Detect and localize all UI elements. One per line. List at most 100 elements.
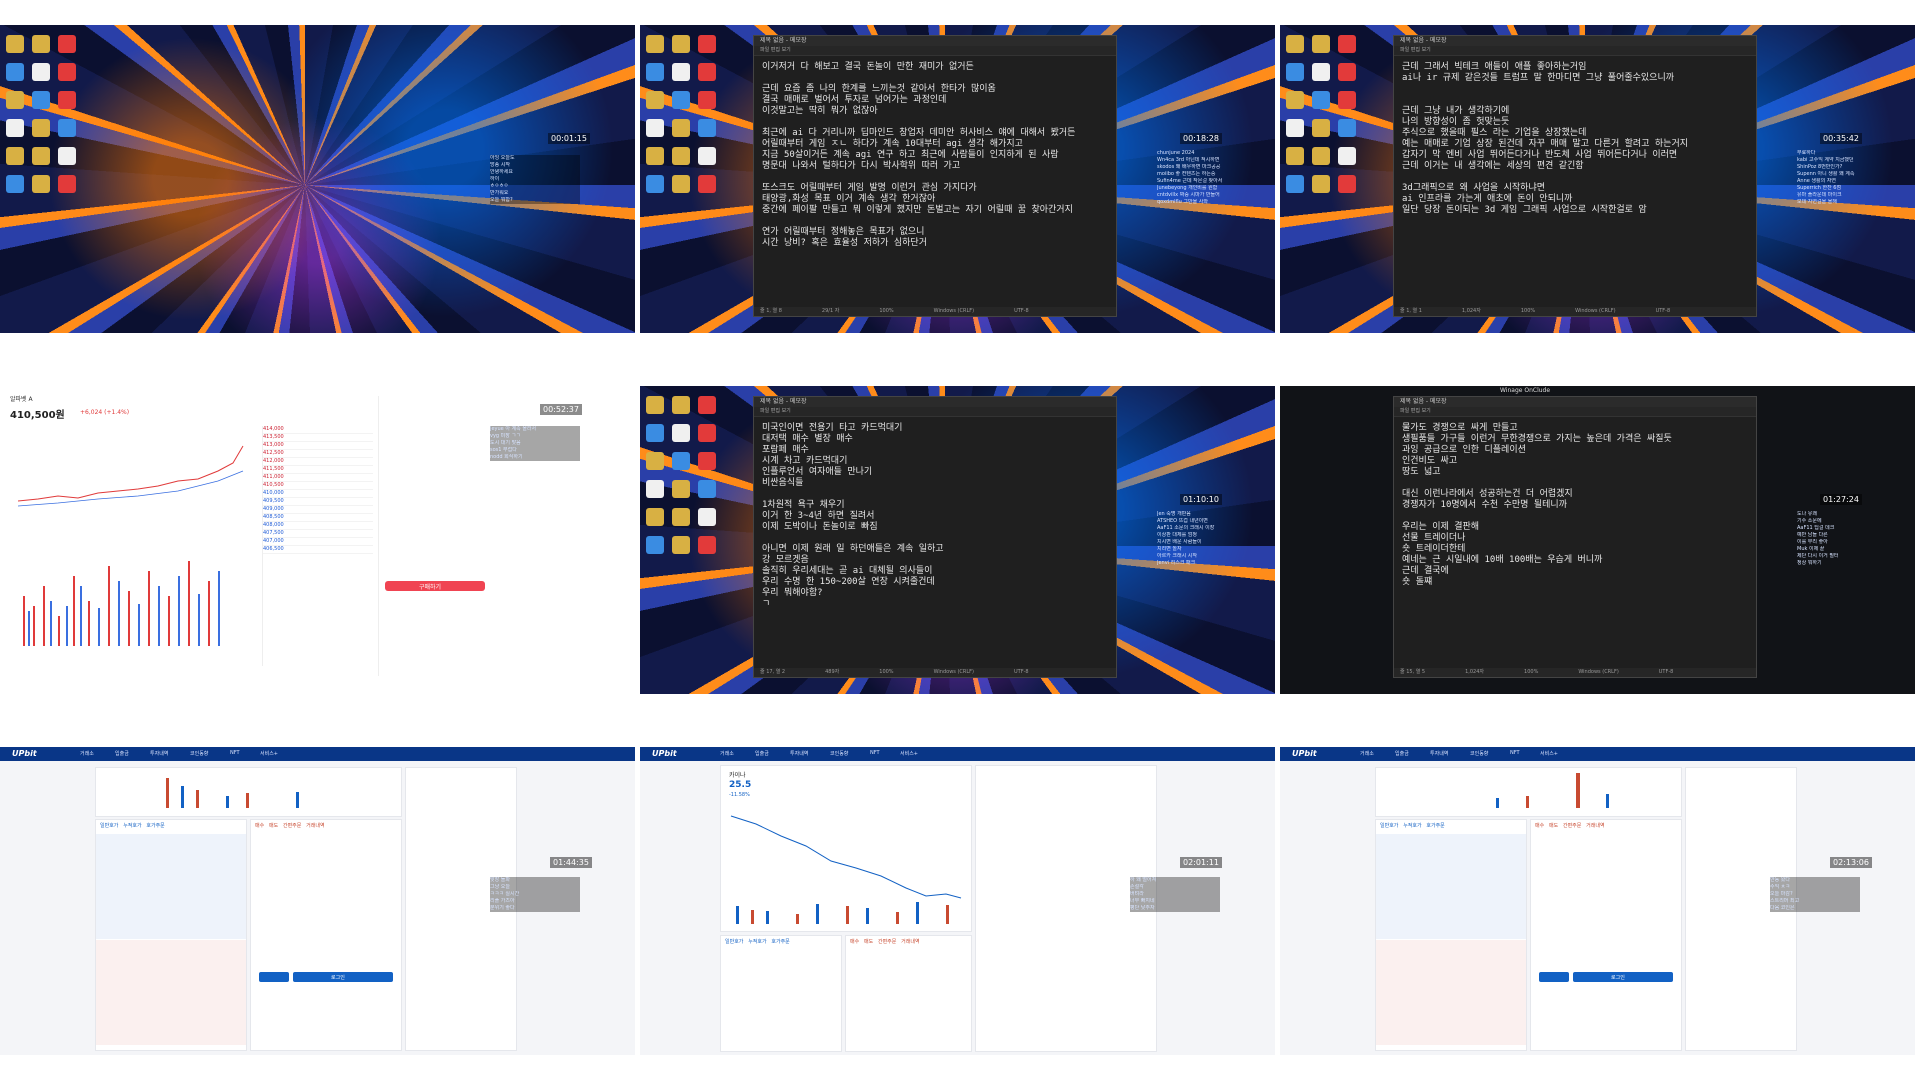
notepad-titlebar[interactable]: 제목 없음 - 메모장 (1394, 36, 1756, 46)
stock-change: +6,024 (+1.4%) (80, 409, 130, 416)
notepad-window[interactable]: 제목 없음 - 메모장 파일 편집 보기 물가도 경쟁으로 싸게 만들고 생필품들… (1393, 396, 1757, 678)
app-icon[interactable] (6, 147, 24, 165)
nav-nft[interactable]: NFT (230, 750, 240, 756)
volume-mini-chart (1496, 773, 1609, 808)
app-icon[interactable] (6, 63, 24, 81)
app-icon[interactable] (58, 175, 76, 193)
coin-name: 카이나 (729, 772, 746, 779)
candle-chart-panel[interactable]: 카이나 25.5 -11.58% (720, 765, 972, 932)
upbit-navbar: UPbit 거래소 입출금 투자내역 코인동향 NFT 서비스+ (1280, 747, 1915, 761)
tab-buy[interactable]: 매수 (255, 823, 264, 829)
app-icon[interactable] (32, 119, 50, 137)
order-book-panel[interactable]: 일반호가 누적호가 호가주문 (95, 819, 247, 1051)
thumbnail-notepad-3: 제목 없음 - 메모장 파일 편집 보기 미국인이면 전용기 타고 카드먹대기 대… (640, 386, 1275, 694)
notepad-text[interactable]: 물가도 경쟁으로 싸게 만들고 생필품들 가구들 이런거 무한경쟁으로 가지는 높… (1394, 417, 1756, 594)
stream-timer: 00:01:15 (548, 133, 590, 144)
app-icon[interactable] (32, 175, 50, 193)
thumbnail-upbit-1: UPbit 거래소 입출금 투자내역 코인동향 NFT 서비스+ 일반호가 누적… (0, 747, 635, 1055)
coin-change: -11.58% (729, 792, 750, 798)
nav-services[interactable]: 서비스+ (260, 750, 278, 757)
app-icon[interactable] (58, 147, 76, 165)
app-icon[interactable] (6, 119, 24, 137)
notepad-menubar[interactable]: 파일 편집 보기 (1394, 407, 1756, 417)
nav-investments[interactable]: 투자내역 (150, 750, 168, 757)
chat-overlay: 하 왜 떨어져 손절각 버텨라 너무 빠지네 평단 낮추자 (1130, 877, 1220, 912)
desktop-icons[interactable] (646, 396, 726, 554)
app-icon[interactable] (58, 35, 76, 53)
desktop-icons[interactable] (6, 35, 86, 193)
app-icon[interactable] (32, 35, 50, 53)
thumbnail-notepad-1: 제목 없음 - 메모장 파일 편집 보기 이거저거 다 해보고 결국 돈놀이 만… (640, 25, 1275, 333)
thumbnail-notepad-4: Winage OnClude 제목 없음 - 메모장 파일 편집 보기 물가도 … (1280, 386, 1915, 694)
app-icon[interactable] (58, 91, 76, 109)
candle-chart[interactable] (726, 806, 966, 926)
chat-line: 반가워요 (490, 190, 509, 196)
volume-bar-chart[interactable] (18, 536, 248, 646)
notepad-menubar[interactable]: 파일 편집 보기 (1394, 46, 1756, 56)
chat-line: 방송 시작 (490, 162, 510, 168)
tab-order[interactable]: 호가주문 (146, 823, 164, 829)
chat-line: 하이 (490, 176, 500, 182)
tab-cumulative[interactable]: 누적호가 (123, 823, 141, 829)
app-icon[interactable] (58, 63, 76, 81)
stream-timer: 01:44:35 (550, 857, 592, 868)
upbit-logo[interactable]: UPbit (12, 749, 37, 758)
notepad-titlebar[interactable]: 제목 없음 - 메모장 (754, 36, 1116, 46)
signup-button[interactable] (1539, 972, 1569, 982)
notepad-window[interactable]: 제목 없음 - 메모장 파일 편집 보기 미국인이면 전용기 타고 카드먹대기 대… (753, 396, 1117, 678)
notepad-window[interactable]: 제목 없음 - 메모장 파일 편집 보기 이거저거 다 해보고 결국 돈놀이 만… (753, 35, 1117, 317)
upbit-logo[interactable]: UPbit (652, 749, 677, 758)
order-form-panel[interactable]: 매수 매도 간편주문 거래내역 로그인 (1530, 819, 1682, 1051)
chat-panel: 도나 유쾌 기수 소문에 AaF11 딥걸 데크 예반 남들 다른 이를 무리 좋아 M… (1797, 511, 1839, 566)
order-form-panel[interactable]: 매수 매도 간편주문 거래내역 (845, 935, 972, 1052)
app-icon[interactable] (32, 147, 50, 165)
desktop-icons[interactable] (646, 35, 726, 193)
chat-overlay: 맞장 돌파 그냥 오늘 ㅋㅋㅋ 실시간 리플 가즈아 분위기 좋다 (490, 877, 580, 912)
stream-timer: 00:18:28 (1180, 133, 1222, 144)
desktop-icons[interactable] (1286, 35, 1366, 193)
chat-panel: 무료하다 kabi 고수익 계약 지금했던 ShinPoz 8번만인가? Supenn… (1797, 150, 1855, 205)
upbit-navbar: UPbit 거래소 입출금 투자내역 코인동향 NFT 서비스+ (0, 747, 635, 761)
notepad-text[interactable]: 이거저거 다 해보고 결국 돈놀이 만한 재미가 없거든 근데 요즘 좀 나의 … (754, 56, 1116, 255)
order-book-panel[interactable]: 일반호가 누적호가 호가주문 (1375, 819, 1527, 1051)
upbit-app: UPbit 거래소 입출금 투자내역 코인동향 NFT 서비스+ 일반호가 누적… (1280, 747, 1915, 1055)
app-icon[interactable] (32, 63, 50, 81)
upbit-navbar: UPbit 거래소 입출금 투자내역 코인동향 NFT 서비스+ (640, 747, 1275, 761)
notepad-titlebar[interactable]: 제목 없음 - 메모장 (754, 397, 1116, 407)
app-icon[interactable] (6, 91, 24, 109)
notepad-text[interactable]: 근데 그래서 빅테크 애들이 애플 좋아하는거임 ai나 ir 규제 같은것들 트… (1394, 56, 1756, 222)
price-line-chart[interactable] (18, 441, 248, 531)
notepad-text[interactable]: 미국인이면 전용기 타고 카드먹대기 대저택 매수 별장 매수 포람페 매수 시계 … (754, 417, 1116, 616)
upbit-logo[interactable]: UPbit (1292, 749, 1317, 758)
thumbnail-upbit-2: UPbit 거래소 입출금 투자내역 코인동향 NFT 서비스+ 카이나 25.… (640, 747, 1275, 1055)
notepad-menubar[interactable]: 파일 편집 보기 (754, 407, 1116, 417)
stream-timer: 02:01:11 (1180, 857, 1222, 868)
notepad-menubar[interactable]: 파일 편집 보기 (754, 46, 1116, 56)
signup-button[interactable] (259, 972, 289, 982)
app-icon[interactable] (32, 91, 50, 109)
nav-trends[interactable]: 코인동향 (190, 750, 208, 757)
tab-history[interactable]: 거래내역 (306, 823, 324, 829)
tab-sell[interactable]: 매도 (269, 823, 278, 829)
notepad-window[interactable]: 제목 없음 - 메모장 파일 편집 보기 근데 그래서 빅테크 애들이 애플 좋… (1393, 35, 1757, 317)
price-chart-panel[interactable] (1375, 767, 1682, 817)
order-book[interactable]: 414,000 413,500 413,000 412,500 412,000 411… (262, 426, 373, 666)
upbit-app: UPbit 거래소 입출금 투자내역 코인동향 NFT 서비스+ 일반호가 누적… (0, 747, 635, 1055)
app-icon[interactable] (6, 35, 24, 53)
price-chart-panel[interactable] (95, 767, 402, 817)
app-icon[interactable] (6, 175, 24, 193)
notepad-statusbar: 줄 1, 열 1 1,024자 100% Windows (CRLF) UTF-8 (1394, 307, 1756, 316)
app-icon[interactable] (58, 119, 76, 137)
order-book-panel[interactable]: 일반호가 누적호가 호가주문 (720, 935, 842, 1052)
order-form-panel[interactable]: 매수 매도 간편주문 거래내역 로그인 (250, 819, 402, 1051)
notepad-titlebar[interactable]: 제목 없음 - 메모장 (1394, 397, 1756, 407)
tab-simple[interactable]: 간편주문 (283, 823, 301, 829)
order-panel[interactable]: 구매하기 (378, 396, 499, 676)
nav-exchange[interactable]: 거래소 (80, 750, 94, 757)
stock-app: 알파벳 A 410,500원 +6,024 (+1.4%) 414,000 413… (0, 386, 635, 694)
nav-deposit[interactable]: 입출금 (115, 750, 129, 757)
thumbnail-upbit-3: UPbit 거래소 입출금 투자내역 코인동향 NFT 서비스+ 일반호가 누적… (1280, 747, 1915, 1055)
chat-panel: Jen 숙명 개판음 ATSHEO 뜨겁 내년이면 AaF11 소문의 크래시 이장… (1157, 511, 1215, 566)
chat-line: ㅎㅇㅎㅇ (490, 183, 509, 189)
tab-normal[interactable]: 일반호가 (100, 823, 118, 829)
